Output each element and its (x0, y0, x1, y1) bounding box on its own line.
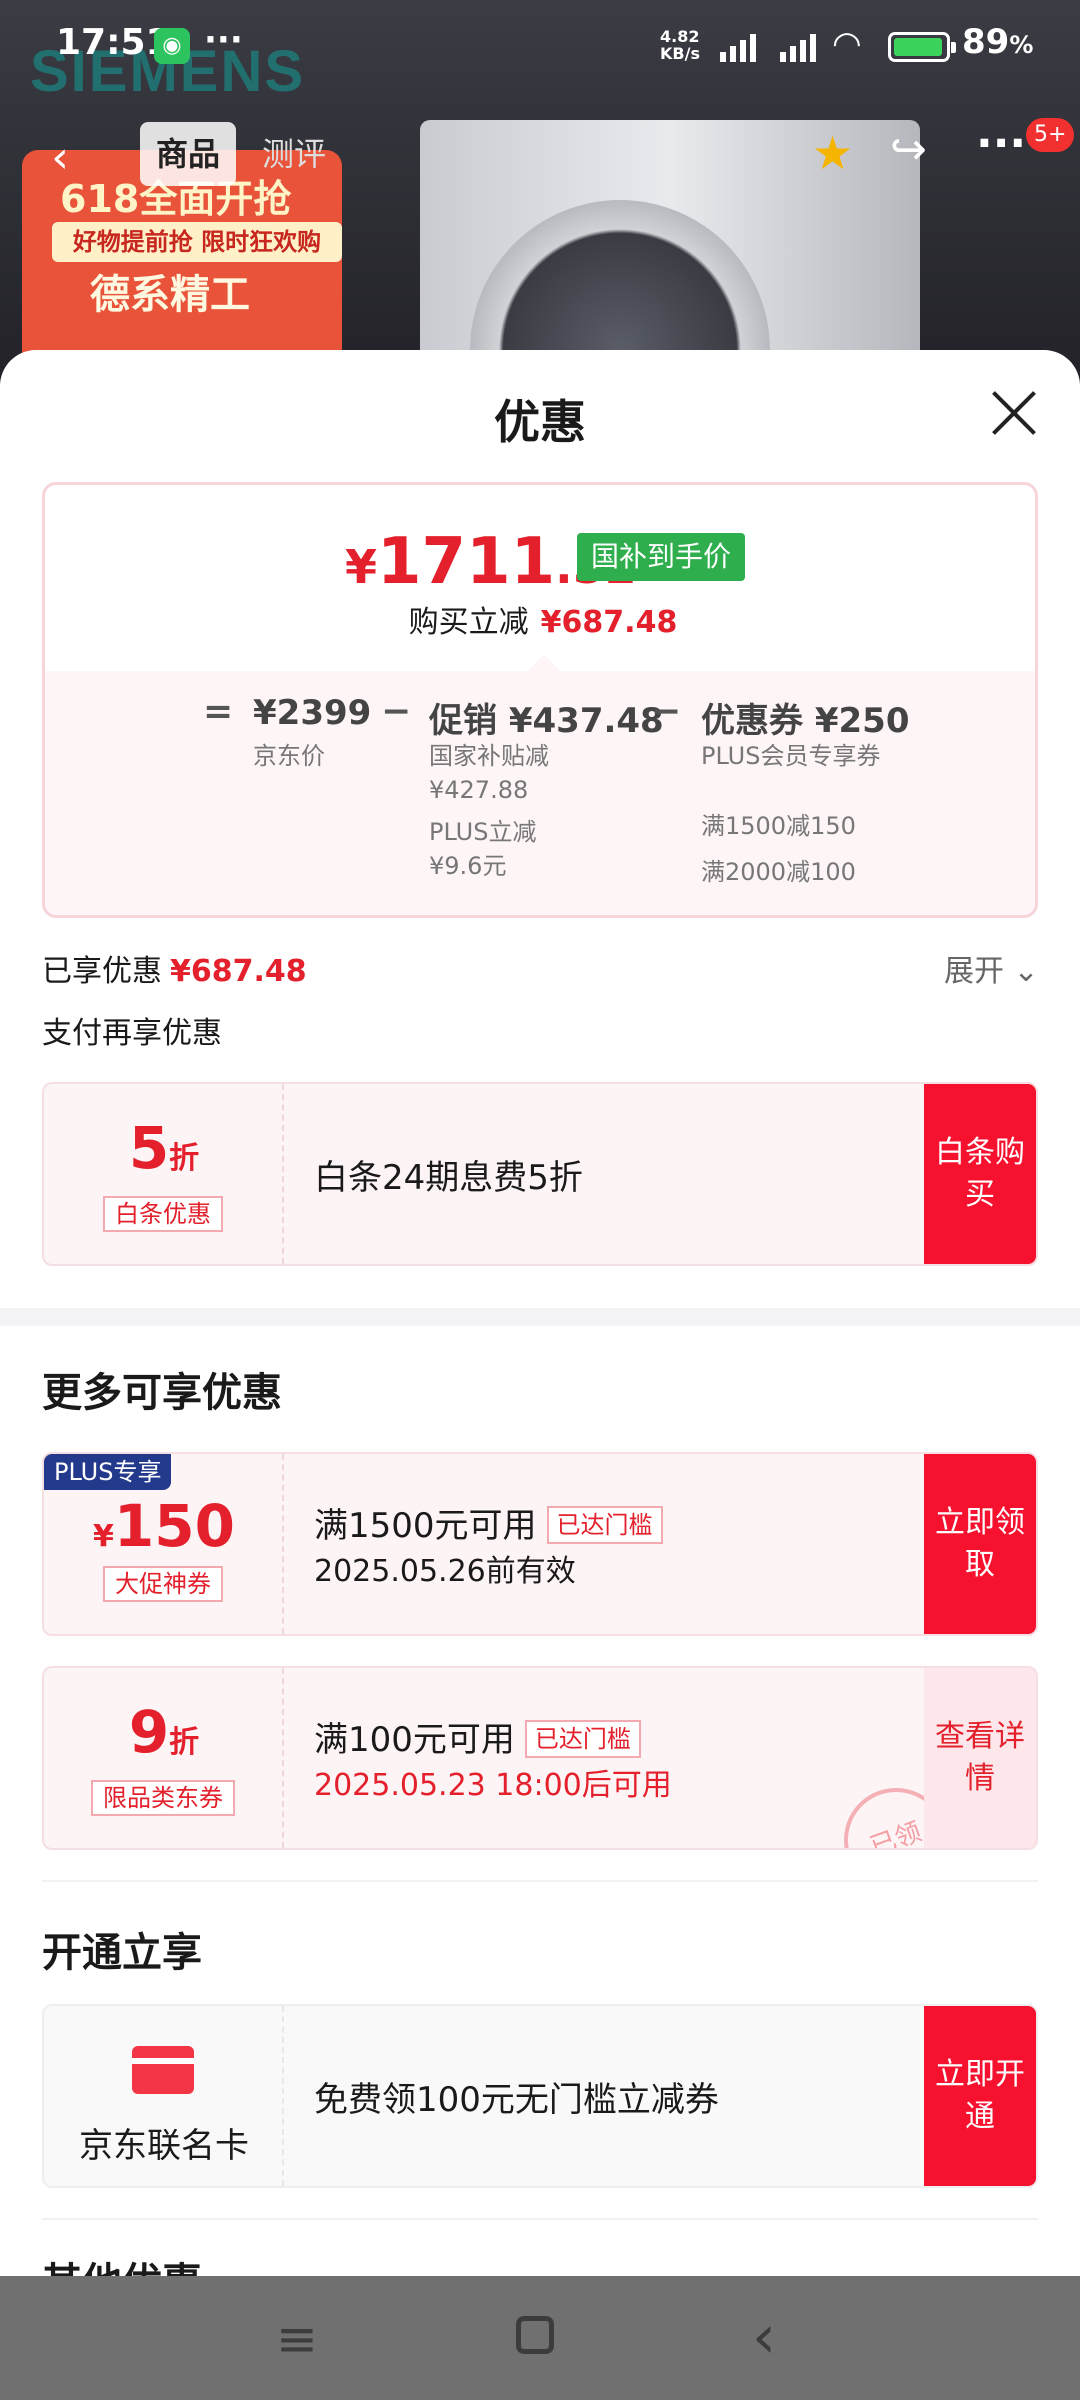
battery-percent: 89% (962, 22, 1034, 62)
back-icon[interactable]: ‹ (30, 128, 90, 188)
product-tabs: 商品 测评 (140, 122, 342, 192)
open-card-button[interactable]: 立即开通 (924, 2006, 1036, 2186)
coupon-card[interactable]: ¥150 大促神券 PLUS专享 满1500元可用 已达门槛 2025.05.26… (42, 1452, 1038, 1636)
threshold-badge: 已达门槛 (524, 1720, 641, 1758)
subsidy-label: 国家补贴减 (429, 742, 549, 770)
coupon-validity: 2025.05.26前有效 (314, 1554, 576, 1589)
baitiao-buy-button[interactable]: 白条购买 (924, 1084, 1036, 1264)
network-speed: 4.82 KB/s (660, 27, 700, 63)
close-icon[interactable] (990, 388, 1038, 436)
claim-button[interactable]: 立即领取 (924, 1454, 1036, 1634)
price-breakdown: = ¥2399 京东价 − 促销 ¥437.48 国家补贴减 ¥427.88 P… (45, 671, 1035, 915)
favorite-star-icon[interactable]: ★ (812, 126, 853, 180)
coupon-desc: PLUS会员专享券 (701, 742, 881, 770)
open-benefits-title: 开通立享 (42, 1930, 202, 1976)
plus-exclusive-tag: PLUS专享 (44, 1454, 172, 1490)
credit-card-icon (132, 2046, 194, 2094)
jd-price-label: 京东价 (253, 742, 325, 770)
subsidy-amount: ¥427.88 (429, 776, 529, 804)
promo-slogan: 德系精工 (90, 272, 250, 318)
expand-button[interactable]: 展开 ⌄ (944, 946, 1039, 990)
more-icon[interactable]: ··· (976, 118, 1026, 169)
price-summary: ¥1711.52 国补到手价 购买立减¥687.48 = ¥2399 京东价 −… (42, 482, 1038, 918)
signal-icon (720, 30, 766, 62)
coupon-rule: 满2000减100 (701, 858, 856, 886)
coupon-validity: 2025.05.23 18:00后可用 (314, 1768, 672, 1803)
chevron-down-icon: ⌄ (1013, 954, 1039, 989)
wechat-icon: ◉ (154, 28, 190, 64)
coupon-card[interactable]: 9折 限品类东券 满100元可用 已达门槛 2025.05.23 18:00后可用… (42, 1666, 1038, 1850)
jd-card-offer[interactable]: 京东联名卡 免费领100元无门槛立减券 立即开通 (42, 2004, 1038, 2188)
promo-total: 促销 ¥437.48 (429, 701, 664, 741)
coupon-rule: 满1500减150 (701, 812, 856, 840)
divider (42, 1880, 1038, 1882)
equals-sign: = (203, 691, 234, 732)
menu-icon[interactable]: ≡ (276, 2310, 318, 2368)
view-details-button[interactable]: 查看详情 (924, 1668, 1036, 1848)
more-notifications-icon: ··· (204, 20, 243, 60)
share-icon[interactable]: ↪ (890, 124, 927, 175)
enjoyed-discount: 已享优惠 ¥687.48 (42, 954, 307, 989)
discount-sheet: 优惠 ¥1711.52 国补到手价 购买立减¥687.48 = ¥2399 京东… (0, 350, 1080, 2400)
system-nav-bar: ≡ ‹ (0, 2276, 1080, 2400)
threshold-badge: 已达门槛 (546, 1506, 663, 1544)
battery-icon (888, 32, 956, 62)
coupon-tag: 白条优惠 (103, 1196, 223, 1232)
plus-amount: ¥9.6元 (429, 852, 507, 880)
minus-sign: − (651, 691, 682, 732)
buy-reduce: 购买立减 ¥687.48 (408, 605, 678, 640)
subsidy-price-tag: 国补到手价 (577, 533, 746, 581)
coupon-value: 5折 白条优惠 (44, 1084, 284, 1264)
card-offer-desc: 免费领100元无门槛立减券 (314, 2080, 719, 2120)
signal-icon (780, 30, 826, 62)
coupon-tag: 限品类东券 (91, 1780, 235, 1816)
coupon-title: 满1500元可用 已达门槛 (314, 1498, 663, 1547)
divider (42, 2218, 1038, 2220)
wifi-icon: ◠ (832, 24, 862, 64)
tab-product[interactable]: 商品 (140, 122, 237, 186)
pay-more-title: 支付再享优惠 (42, 1016, 222, 1051)
coupon-value: 9折 限品类东券 (44, 1668, 284, 1848)
coupon-title: 满100元可用 已达门槛 (314, 1712, 641, 1761)
coupon-tag: 大促神券 (103, 1566, 223, 1602)
sheet-title: 优惠 (494, 395, 586, 449)
home-icon[interactable] (516, 2316, 554, 2354)
more-discounts-title: 更多可享优惠 (42, 1370, 282, 1416)
plus-label: PLUS立减 (429, 818, 537, 846)
tab-review[interactable]: 测评 (246, 122, 342, 186)
baitiao-coupon[interactable]: 5折 白条优惠 白条24期息费5折 白条购买 (42, 1082, 1038, 1266)
coupon-desc: 白条24期息费5折 (314, 1158, 583, 1198)
message-badge: 5+ (1026, 118, 1075, 152)
minus-sign: − (381, 691, 412, 732)
promo-subline: 好物提前抢 限时狂欢购 (52, 222, 342, 262)
jd-price: ¥2399 (253, 693, 372, 733)
status-bar: 17:51 ◉ ··· 4.82 KB/s ◠ 89% (0, 0, 1080, 90)
card-name: 京东联名卡 (79, 2126, 249, 2166)
back-nav-icon[interactable]: ‹ (752, 2302, 776, 2372)
coupon-total: 优惠券 ¥250 (701, 701, 910, 741)
section-divider (0, 1308, 1080, 1326)
